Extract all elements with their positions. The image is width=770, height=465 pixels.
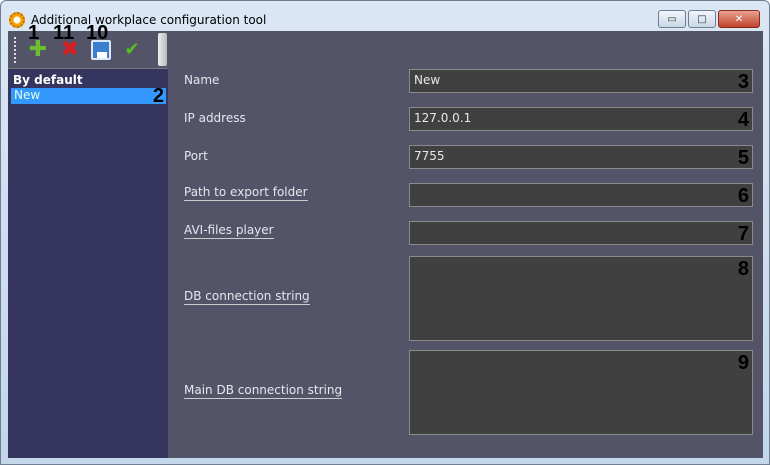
ip-value: 127.0.0.1	[414, 111, 472, 125]
minimize-button[interactable]: ▭	[658, 10, 686, 28]
callout-3: 3	[737, 71, 749, 93]
callout-8: 8	[737, 258, 749, 280]
gear-icon	[9, 12, 25, 28]
list-item-new[interactable]: New 2	[11, 85, 166, 107]
port-value: 7755	[414, 149, 445, 163]
name-value: New	[414, 73, 441, 87]
name-label: Name	[184, 73, 220, 87]
db-connection-link[interactable]: DB connection string	[184, 289, 310, 305]
form-panel: Name New 3 IP address 127.0.0.1 4 Port 775…	[169, 31, 763, 458]
main-db-connection-input[interactable]: 9	[409, 350, 753, 435]
callout-10: 10	[86, 22, 109, 44]
callout-11: 11	[53, 22, 75, 44]
group-by-default[interactable]: By default	[8, 69, 168, 87]
avi-player-input[interactable]: 7	[409, 221, 753, 245]
check-icon: ✔	[124, 39, 140, 60]
app-window: Additional workplace configuration tool …	[0, 0, 770, 465]
callout-6: 6	[737, 185, 749, 207]
callout-5: 5	[737, 147, 749, 169]
callout-9: 9	[737, 352, 749, 374]
callout-4: 4	[737, 109, 749, 131]
callout-2: 2	[152, 85, 164, 107]
name-input[interactable]: New 3	[409, 69, 753, 93]
sidebar: By default New 2	[8, 68, 168, 458]
export-folder-input[interactable]: 6	[409, 183, 753, 207]
port-input[interactable]: 7755 5	[409, 145, 753, 169]
db-connection-input[interactable]: 8	[409, 256, 753, 341]
client-area: ✚ ✖ ✔ 1 11 10 By default New 2 Name New 3 …	[8, 23, 763, 458]
export-folder-link[interactable]: Path to export folder	[184, 185, 308, 201]
toolbar-overflow[interactable]	[158, 33, 167, 66]
close-button[interactable]: ✕	[718, 10, 760, 28]
main-db-connection-link[interactable]: Main DB connection string	[184, 383, 343, 399]
ip-input[interactable]: 127.0.0.1 4	[409, 107, 753, 131]
list-item-label: New	[14, 88, 41, 102]
maximize-button[interactable]: □	[688, 10, 716, 28]
apply-button[interactable]: ✔	[121, 39, 143, 61]
toolbar-grip[interactable]	[14, 36, 17, 63]
callout-1: 1	[28, 22, 40, 44]
title-bar: Additional workplace configuration tool	[9, 9, 266, 31]
port-label: Port	[184, 149, 208, 163]
avi-player-link[interactable]: AVI-files player	[184, 223, 274, 239]
callout-7: 7	[737, 223, 749, 245]
ip-label: IP address	[184, 111, 246, 125]
